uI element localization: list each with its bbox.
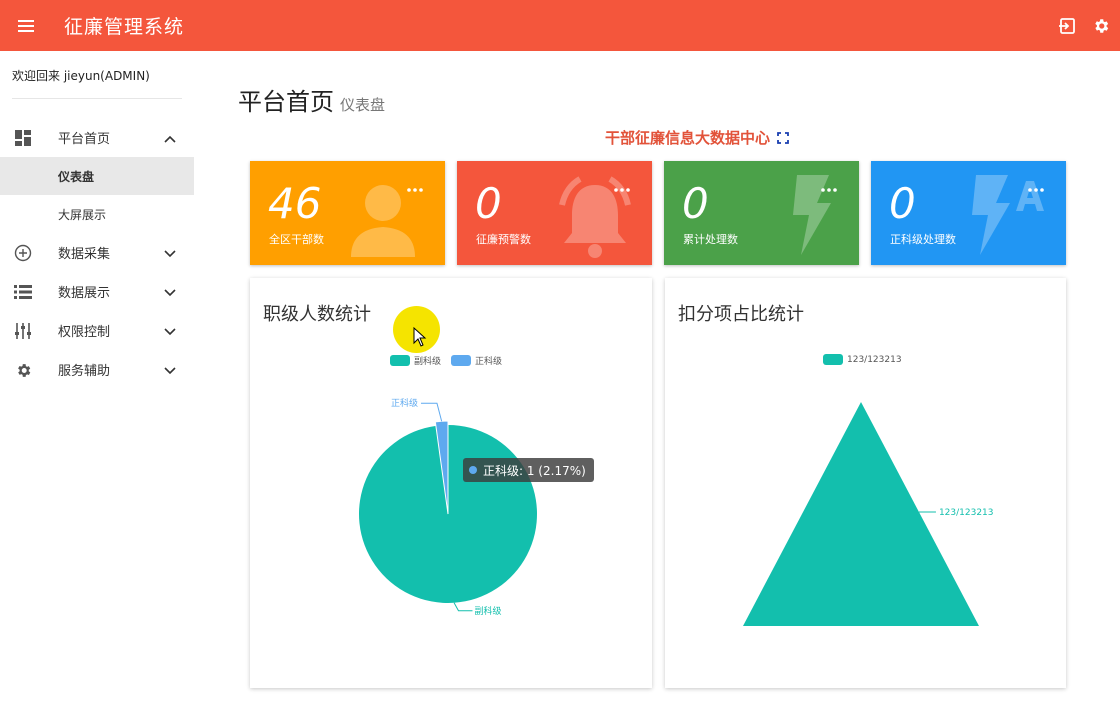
chevron-down-icon [164,364,176,379]
sidebar-item-label: 权限控制 [58,325,111,340]
gear-icon [14,362,32,378]
sidebar-item-label: 平台首页 [58,132,111,147]
legend-item-deputy-section[interactable]: 副科级 [390,354,441,367]
sidebar-item-label: 数据展示 [58,286,111,301]
stat-card-cadres: 46 全区干部数 [250,161,445,265]
stat-card-warnings: 0 征廉预警数 [457,161,652,265]
chart-legend: 123/123213 [823,354,912,365]
chevron-up-icon [164,132,176,147]
chevron-down-icon [164,286,176,301]
chart-tooltip: 正科级: 1 (2.17%) [463,458,594,482]
more-icon[interactable] [1028,177,1044,196]
exit-icon [1059,17,1075,34]
sidebar-subitem-bigscreen[interactable]: 大屏展示 [0,195,194,233]
pie-label-line [420,402,443,422]
app-title: 征廉管理系统 [64,16,185,38]
logout-button[interactable] [1058,17,1076,35]
stat-value: 0 [889,179,916,228]
legend-label: 123/123213 [847,354,902,365]
menu-toggle-button[interactable] [0,0,52,51]
legend-swatch [823,354,843,365]
sidebar-item-data-collection[interactable]: 数据采集 [0,233,194,272]
stat-label: 正科级处理数 [890,233,956,246]
stat-card-processed: 0 累计处理数 [664,161,859,265]
more-icon[interactable] [407,177,423,196]
sidebar-subitem-dashboard[interactable]: 仪表盘 [0,157,194,195]
deduction-funnel-chart: 123/123213 [743,402,994,626]
gear-icon [1095,18,1109,33]
sidebar-item-home[interactable]: 平台首页 [0,118,194,157]
pie-label: 副科级 [474,605,501,617]
pie-label-line [453,602,473,612]
legend-label: 副科级 [414,357,442,367]
sidebar-divider [12,98,182,99]
legend-swatch [390,355,410,366]
funnel-label: 123/123213 [939,508,994,518]
legend-swatch [451,355,472,366]
legend-item-deduction[interactable]: 123/123213 [823,354,902,365]
pie-label: 正科级 [391,397,418,409]
welcome-text: 欢迎回来 jieyun(ADMIN) [12,69,150,83]
hamburger-icon [18,19,34,32]
stat-value: 46 [268,179,322,228]
stat-value: 0 [475,179,502,228]
sliders-icon [14,323,32,339]
tooltip-dot [469,466,477,474]
dashboard-icon [14,130,32,146]
stat-value: 0 [682,179,709,228]
bigdata-center-link[interactable]: 干部征廉信息大数据中心 [605,127,789,148]
panel-title: 扣分项占比统计 [678,304,804,325]
panel-title: 职级人数统计 [263,304,371,325]
chart-legend: 副科级 正科级 [390,354,512,367]
chevron-down-icon [164,247,176,262]
tooltip-text: 正科级: 1 (2.17%) [483,463,586,478]
stat-label: 全区干部数 [269,233,324,246]
bigdata-center-label: 干部征廉信息大数据中心 [605,129,771,147]
sidebar-item-data-display[interactable]: 数据展示 [0,272,194,311]
list-icon [14,284,32,300]
more-icon[interactable] [821,177,837,196]
sidebar-item-label: 服务辅助 [58,364,111,379]
legend-label: 正科级 [475,357,503,367]
chevron-down-icon [164,325,176,340]
settings-button[interactable] [1092,17,1110,35]
rank-pie-chart: 正科级副科级 [359,397,537,617]
sidebar-item-label: 数据采集 [58,247,111,262]
cursor-arrow-icon [413,327,427,347]
add-circle-icon [14,244,32,262]
sidebar-item-permission[interactable]: 权限控制 [0,311,194,350]
stat-label: 征廉预警数 [476,233,531,246]
top-bar: 征廉管理系统 [0,0,1120,51]
sidebar-item-service[interactable]: 服务辅助 [0,350,194,389]
legend-item-section[interactable]: 正科级 [451,354,502,367]
stat-label: 累计处理数 [683,233,738,246]
sidebar: 欢迎回来 jieyun(ADMIN) 平台首页 仪表盘 大屏展示 数据采集 数据… [0,51,194,720]
page-header: 平台首页 仪表盘 [238,82,385,117]
fullscreen-icon [777,131,789,144]
page-title: 平台首页 [238,88,334,116]
more-icon[interactable] [614,177,630,196]
page-subtitle: 仪表盘 [340,96,386,114]
stat-card-section-level: 0 正科级处理数 [871,161,1066,265]
